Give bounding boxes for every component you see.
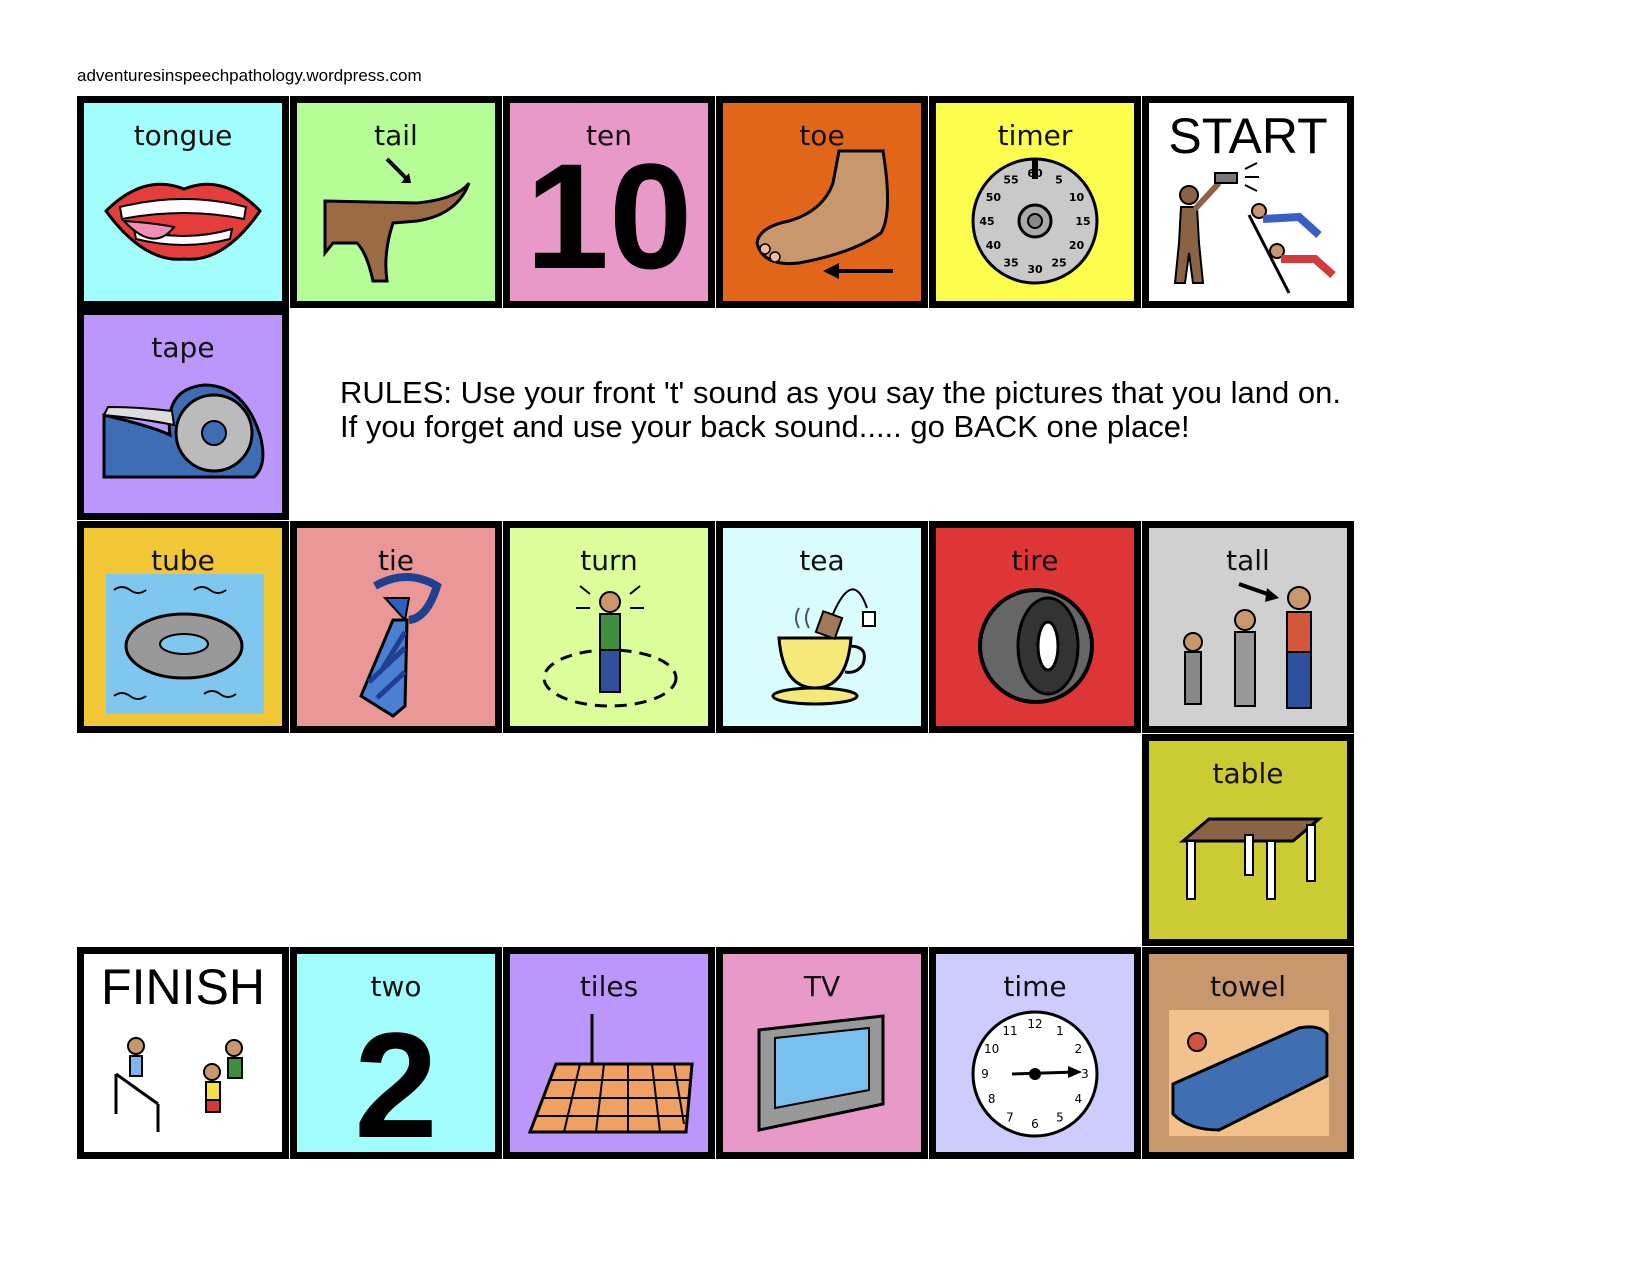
- dial-number: 5: [1056, 1111, 1064, 1125]
- tape-dispenser-icon: [102, 383, 265, 479]
- tile-tiles: tiles: [503, 947, 715, 1159]
- starter-pistol-icon: [1173, 162, 1336, 294]
- tile-ten: ten 10: [503, 96, 715, 308]
- tile-towel: towel: [1142, 947, 1354, 1159]
- tile-finish: FINISH: [77, 947, 289, 1159]
- runners-finish-icon: [114, 1037, 243, 1132]
- dial-number: 3: [1081, 1067, 1089, 1081]
- tile-toe: toe: [716, 96, 928, 308]
- tile-time: time 12 1 2 3 4 5 6 7 8 9 10 11: [929, 947, 1141, 1159]
- tile-table: table: [1142, 734, 1354, 946]
- tail-icon: [323, 157, 471, 283]
- necktie-icon: [359, 573, 442, 718]
- dial-number: 9: [981, 1067, 989, 1081]
- dial-number: 35: [1003, 256, 1018, 269]
- beach-towel-icon: [1169, 1010, 1329, 1136]
- tile-two: two 2: [290, 947, 502, 1159]
- tile-tea: tea: [716, 521, 928, 733]
- ten-numeral: 10: [525, 132, 693, 300]
- dial-number: 10: [984, 1042, 999, 1056]
- source-url: adventuresinspeechpathology.wordpress.co…: [77, 66, 422, 85]
- tile-tongue: tongue: [77, 96, 289, 308]
- dial-number: 40: [986, 239, 1002, 252]
- dial-number: 2: [1074, 1042, 1082, 1056]
- dial-number: 4: [1074, 1092, 1082, 1106]
- rules-line-2: If you forget and use your back sound...…: [340, 409, 1190, 444]
- rules-line-1: RULES: Use your front 't' sound as you s…: [340, 375, 1341, 410]
- inner-tube-icon: [106, 574, 264, 714]
- tile-tape: tape: [77, 308, 289, 520]
- tall-people-icon: [1183, 582, 1312, 709]
- person-turning-icon: [542, 585, 678, 708]
- teacup-icon: [771, 588, 876, 706]
- foot-icon: [755, 149, 893, 279]
- dial-number: 11: [1002, 1024, 1017, 1038]
- television-icon: [757, 1014, 885, 1132]
- tile-tall: tall: [1142, 521, 1354, 733]
- tile-timer: timer 60 5 10 15 20 25 30 35 40 45 50 55: [929, 96, 1141, 308]
- two-numeral: 2: [354, 1001, 438, 1159]
- timer-dial-icon: 60 5 10 15 2025 30 3540 45 5055: [971, 157, 1099, 285]
- clock-icon: 12 12 3 45 6 78 9 1011: [971, 1010, 1099, 1138]
- dial-number: 30: [1027, 263, 1043, 276]
- dial-number: 55: [1003, 173, 1018, 186]
- dial-number: 20: [1069, 239, 1085, 252]
- tile-tire: tire: [929, 521, 1141, 733]
- dial-number: 1: [1056, 1024, 1064, 1038]
- dial-number: 10: [1069, 191, 1085, 204]
- dial-number: 50: [986, 191, 1002, 204]
- tile-tie: tie: [290, 521, 502, 733]
- dial-number: 8: [988, 1092, 996, 1106]
- dial-number: 15: [1075, 215, 1090, 228]
- mouth-icon: [104, 182, 262, 261]
- tile-start: START: [1142, 96, 1354, 308]
- dial-number: 7: [1006, 1111, 1014, 1125]
- tile-turn: turn: [503, 521, 715, 733]
- tile-tube: tube: [77, 521, 289, 733]
- table-icon: [1178, 817, 1324, 900]
- rules-text: RULES: Use your front 't' sound as you s…: [340, 376, 1341, 444]
- tile-label: two: [370, 970, 422, 1003]
- floor-tiles-icon: [527, 1014, 694, 1134]
- dial-number: 5: [1055, 173, 1063, 186]
- dial-number: 12: [1027, 1017, 1042, 1031]
- dial-number: 6: [1031, 1117, 1039, 1131]
- tile-tv: TV: [716, 947, 928, 1159]
- dial-number: 60: [1027, 167, 1043, 180]
- dial-number: 45: [979, 215, 994, 228]
- dial-number: 25: [1051, 256, 1066, 269]
- tire-icon: [978, 588, 1094, 704]
- tile-tail: tail: [290, 96, 502, 308]
